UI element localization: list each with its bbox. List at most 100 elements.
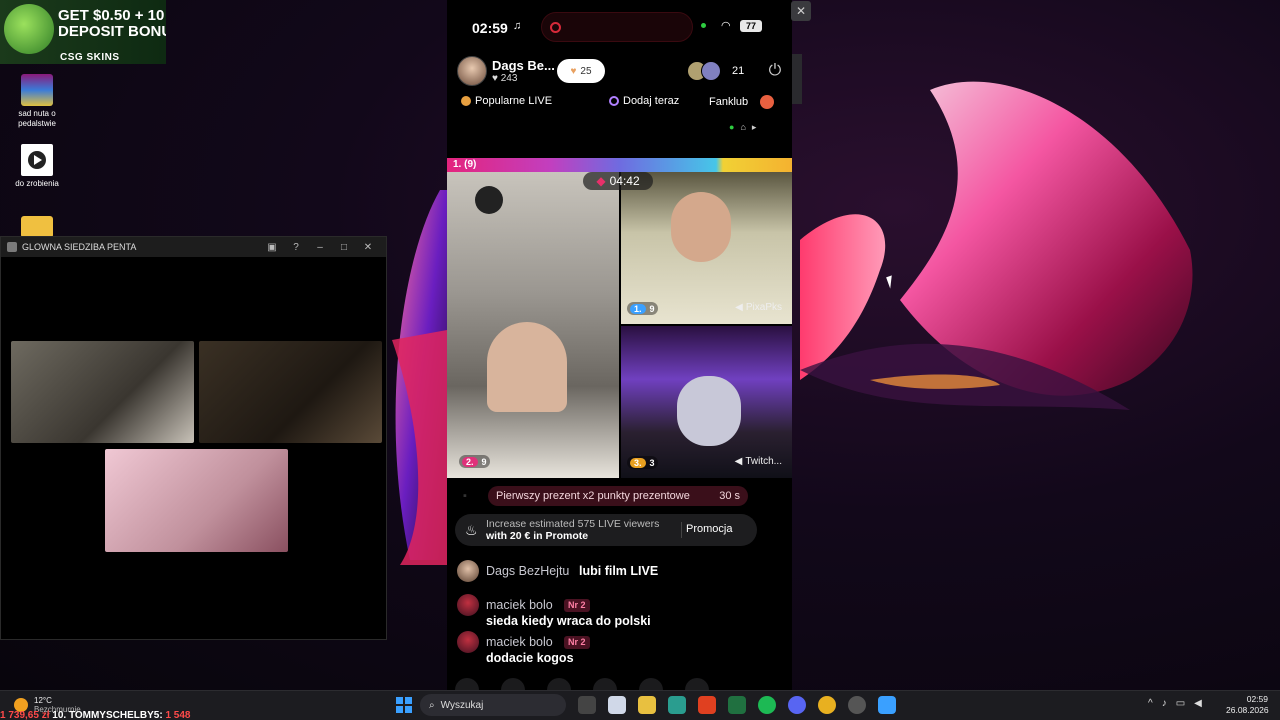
rank-badge: 3. 3 — [627, 456, 658, 469]
maximize-button[interactable]: □ — [332, 242, 356, 253]
file-explorer-icon[interactable] — [638, 696, 656, 714]
host-avatar[interactable] — [457, 56, 487, 86]
tiktok-live-panel: 02:59 ♫ ◠ 77 Dags Be... ♥ 243 ♥ 25 21 ⏻ P… — [447, 0, 792, 690]
viewer-avatars[interactable] — [687, 61, 723, 81]
tile-name: ◀ PixaPks — [735, 302, 782, 313]
system-tray: ^ ♪ ▭ ◀ — [1148, 698, 1202, 709]
battle-tile[interactable]: 1. 9 ◀ PixaPks — [621, 172, 792, 324]
home-icon[interactable]: ⌂ — [740, 122, 745, 132]
discord-icon[interactable] — [788, 696, 806, 714]
winrar-icon — [21, 74, 53, 106]
bottom-toolbar — [455, 678, 785, 690]
gift-banner-time: 30 s — [719, 490, 740, 502]
monitor-icon[interactable]: ▭ — [1176, 698, 1185, 709]
desktop-icon-label: do zrobienia — [15, 179, 59, 188]
add-now-button[interactable]: Dodaj teraz — [609, 95, 679, 107]
volume-icon[interactable]: ◀ — [1194, 698, 1202, 709]
battle-tile[interactable]: 3. 3 ◀ Twitch... — [621, 326, 792, 478]
video-tile[interactable] — [199, 341, 382, 443]
live-nav: Popularne LIVE Dodaj teraz Fanklub — [447, 92, 792, 112]
clock[interactable]: 02:59 26.08.2026 — [1226, 694, 1269, 716]
popular-live-button[interactable]: Popularne LIVE — [461, 95, 552, 107]
power-icon[interactable]: ⏻ — [765, 61, 785, 81]
battle-icon: ◆ — [596, 174, 606, 188]
chevron-right-icon[interactable]: ▸ — [752, 122, 757, 133]
picture-in-picture-icon[interactable]: ▣ — [260, 242, 284, 253]
desktop-icon-do-zrobienia[interactable]: do zrobienia — [0, 144, 74, 189]
microphone-icon[interactable]: ♪ — [1162, 698, 1167, 709]
close-button[interactable]: ✕ — [356, 242, 380, 253]
taskbar-apps — [578, 696, 896, 714]
ad-character-icon — [4, 4, 54, 54]
excel-icon[interactable] — [728, 696, 746, 714]
recorder-icon[interactable] — [848, 696, 866, 714]
window-titlebar[interactable]: GLOWNA SIEDZIBA PENTA ▣ ? – □ ✕ — [1, 237, 386, 257]
edge-icon[interactable] — [668, 696, 686, 714]
video-tile[interactable] — [11, 341, 194, 443]
task-view-icon[interactable] — [578, 696, 596, 714]
windows-logo-icon — [405, 697, 412, 704]
help-icon[interactable]: ? — [284, 242, 308, 253]
fanclub-button[interactable]: Fanklub — [709, 95, 775, 109]
person-silhouette — [677, 376, 741, 446]
rank-badge: Nr 2 — [564, 599, 590, 612]
phone-status-bar: 02:59 ♫ ◠ 77 — [447, 10, 792, 44]
chat-username: Dags BezHejtu — [486, 564, 570, 578]
tile-name-text: Twitch... — [745, 456, 782, 467]
tiktok-studio-icon[interactable] — [878, 696, 896, 714]
popular-live-label: Popularne LIVE — [475, 95, 553, 107]
speaker-icon: ◀ — [734, 456, 743, 467]
speaker-icon: ◀ — [735, 302, 743, 313]
start-button[interactable] — [396, 697, 412, 713]
divider — [681, 522, 682, 538]
chrome-icon[interactable] — [818, 696, 836, 714]
fans-pill[interactable]: ♥ 25 — [557, 59, 605, 83]
spotify-icon[interactable] — [758, 696, 776, 714]
folder-icon — [21, 216, 53, 238]
lamp-decor — [475, 186, 503, 214]
rank-badge: 1. 9 — [627, 302, 658, 315]
record-icon — [550, 22, 561, 33]
search-placeholder: Wyszukaj — [440, 699, 484, 711]
desktop-icon-sad-nuta[interactable]: sad nuta o pedalstwie — [0, 74, 74, 129]
heart-icon: ♥ — [492, 73, 501, 84]
host-name[interactable]: Dags Be... — [492, 58, 555, 73]
meeting-window: GLOWNA SIEDZIBA PENTA ▣ ? – □ ✕ — [0, 236, 387, 640]
viewer-count[interactable]: 21 — [732, 65, 744, 77]
rank-badge: Nr 2 — [564, 636, 590, 649]
share-icon[interactable] — [593, 678, 617, 690]
battle-tile[interactable]: 2. 9 — [447, 172, 619, 478]
headphones-icon: ♫ — [513, 20, 522, 32]
chevron-up-icon[interactable]: ^ — [1148, 698, 1153, 709]
rank-badge: 2. 9 — [459, 455, 490, 468]
minimize-button[interactable]: – — [308, 242, 332, 253]
video-tile[interactable] — [105, 449, 288, 552]
window-title: GLOWNA SIEDZIBA PENTA — [22, 242, 137, 252]
flame-icon: ♨ — [465, 522, 478, 538]
taskbar-search[interactable]: ⌕ Wyszukaj — [420, 694, 566, 716]
more-icon[interactable] — [685, 678, 709, 690]
dynamic-island — [541, 12, 693, 42]
ad-banner[interactable]: GET $0.50 + 10 DEPOSIT BONU CSG SKINS — [0, 0, 166, 64]
heart-icon: ♥ — [570, 65, 577, 77]
fanclub-label: Fanklub — [709, 96, 749, 108]
close-icon[interactable]: ✕ — [791, 1, 811, 21]
timer-text: 04:42 — [609, 174, 640, 188]
promote-button[interactable]: Promocja — [686, 523, 732, 535]
filter-icon[interactable] — [501, 678, 525, 690]
effects-icon[interactable] — [455, 678, 479, 690]
ad-text: GET $0.50 + 10 DEPOSIT BONU — [58, 7, 166, 40]
windows-logo-icon — [405, 706, 412, 713]
chat-message: lubi film LIVE — [579, 564, 659, 578]
ad-logo: CSG SKINS — [60, 52, 120, 63]
avatar — [457, 594, 479, 616]
store-icon[interactable] — [608, 696, 626, 714]
settings-icon[interactable] — [639, 678, 663, 690]
brave-icon[interactable] — [698, 696, 716, 714]
battle-timer: ◆ 04:42 — [583, 172, 653, 190]
gift-banner[interactable]: Pierwszy prezent x2 punkty prezentowe 30… — [488, 486, 748, 506]
chat-username: maciek bolo — [486, 635, 553, 649]
game-icon[interactable] — [547, 678, 571, 690]
panel-drag-handle[interactable] — [792, 54, 802, 104]
add-now-label: Dodaj teraz — [623, 95, 680, 107]
